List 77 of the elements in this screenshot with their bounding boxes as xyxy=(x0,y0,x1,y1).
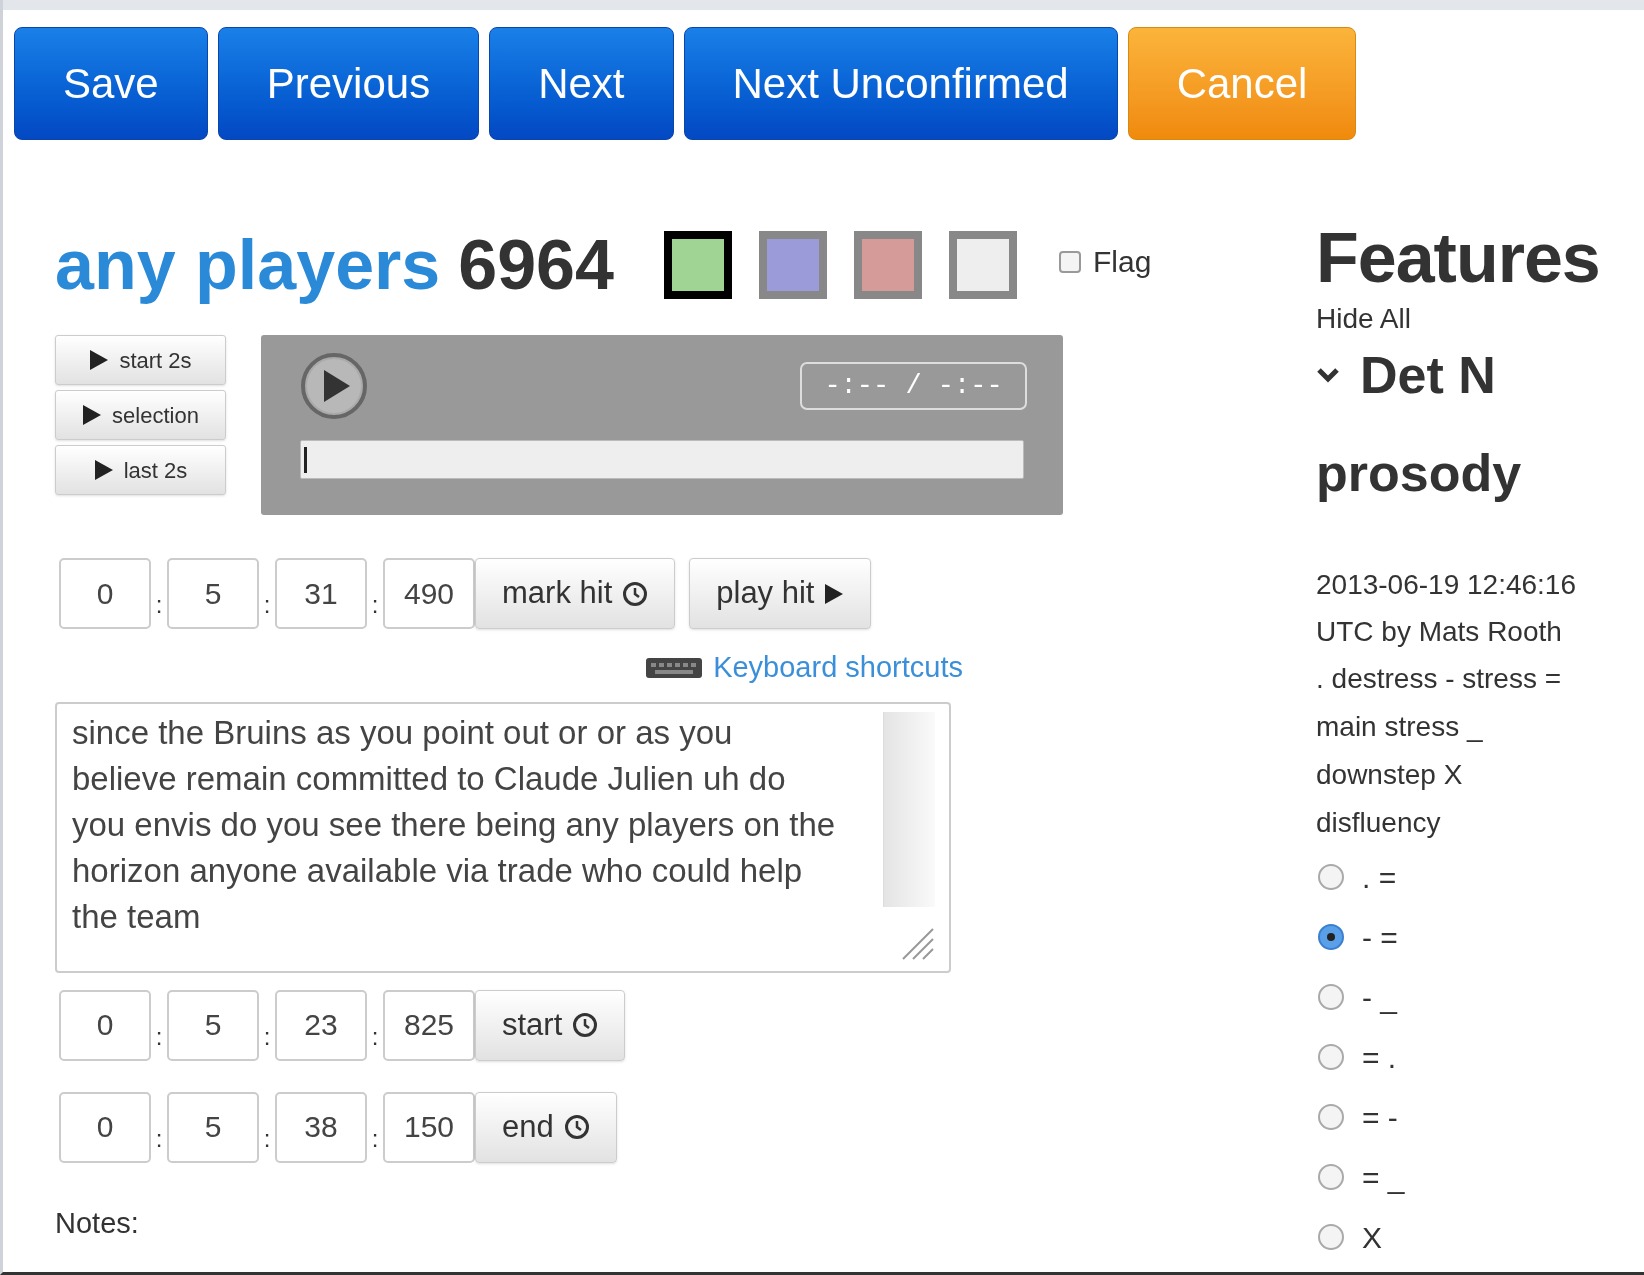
color-swatch[interactable] xyxy=(759,231,827,299)
radio-button[interactable] xyxy=(1318,864,1344,890)
play-icon xyxy=(824,582,845,605)
keyboard-icon xyxy=(645,656,704,679)
time-field[interactable]: 0 xyxy=(59,558,151,629)
chevron-down-icon xyxy=(1316,367,1340,383)
play-icon xyxy=(82,404,103,426)
transcript-field[interactable]: since the Bruins as you point out or or as you believe remain committed to Claude Julien uh do you envis do you see there being any players on the horizon anyone available via trade who could help the team xyxy=(55,701,951,973)
radio-label: X xyxy=(1362,1219,1382,1256)
radio-button[interactable] xyxy=(1318,1104,1344,1130)
time-field[interactable]: 38 xyxy=(275,1091,367,1163)
time-separator: : xyxy=(370,1021,380,1052)
hide-all-link[interactable]: Hide All xyxy=(1316,305,1601,333)
time-separator: : xyxy=(370,1123,380,1154)
start-button[interactable]: start xyxy=(475,989,626,1061)
time-separator: : xyxy=(262,590,272,620)
radio-button[interactable] xyxy=(1318,924,1344,950)
time-separator: : xyxy=(154,1021,164,1052)
flag-checkbox[interactable] xyxy=(1059,250,1081,273)
time-field[interactable]: 31 xyxy=(275,558,367,629)
playhead[interactable] xyxy=(304,446,307,473)
radio-button[interactable] xyxy=(1318,1224,1344,1250)
legend-line: downstep X xyxy=(1316,758,1464,792)
toolbar-button[interactable]: Save xyxy=(14,27,208,140)
time-display: -:-- / -:-- xyxy=(800,362,1027,410)
play-segment-button[interactable]: last 2s xyxy=(55,445,226,495)
time-field[interactable]: 5 xyxy=(167,558,259,629)
end-button[interactable]: end xyxy=(475,1091,617,1163)
notes-label: Notes: xyxy=(55,1208,140,1238)
color-swatch[interactable] xyxy=(949,231,1017,299)
color-swatch[interactable] xyxy=(664,231,732,299)
clock-icon xyxy=(622,580,649,607)
time-separator: : xyxy=(262,1021,272,1052)
play-icon xyxy=(93,459,114,481)
toolbar-button[interactable]: Next Unconfirmed xyxy=(683,27,1118,140)
toolbar-button[interactable]: Previous xyxy=(217,27,480,140)
radio-label: - = xyxy=(1362,919,1398,956)
radio-button[interactable] xyxy=(1318,1044,1344,1070)
radio-button[interactable] xyxy=(1318,984,1344,1010)
time-field[interactable]: 23 xyxy=(275,989,367,1061)
play-hit-button[interactable]: play hit xyxy=(689,558,872,629)
radio-label: = - xyxy=(1362,1099,1398,1136)
legend-line: main stress _ xyxy=(1316,710,1484,744)
features-heading: Features xyxy=(1316,223,1601,293)
play-icon[interactable] xyxy=(300,352,368,420)
scrollbar[interactable] xyxy=(883,711,935,907)
time-field[interactable]: 0 xyxy=(59,989,151,1061)
time-field[interactable]: 5 xyxy=(167,989,259,1061)
radio-label: = . xyxy=(1362,1039,1397,1076)
time-field[interactable]: 150 xyxy=(383,1091,475,1163)
mark-hit-button[interactable]: mark hit xyxy=(475,558,676,629)
radio-label: - _ xyxy=(1362,979,1397,1016)
title-phrase: any players xyxy=(55,226,441,304)
play-segment-button[interactable]: selection xyxy=(55,390,226,440)
clock-icon xyxy=(572,1012,599,1038)
time-field[interactable]: 825 xyxy=(383,989,475,1061)
flag-label: Flag xyxy=(1093,244,1152,280)
time-field[interactable]: 5 xyxy=(167,1091,259,1163)
color-swatch[interactable] xyxy=(854,231,922,299)
time-field[interactable]: 0 xyxy=(59,1091,151,1163)
toolbar-button[interactable]: Next xyxy=(489,27,674,140)
play-icon xyxy=(89,349,110,371)
annotation-meta: 2013-06-19 12:46:16 UTC by Mats Rooth xyxy=(1316,568,1577,649)
time-field[interactable]: 490 xyxy=(383,558,475,629)
time-separator: : xyxy=(262,1123,272,1154)
group-toggle[interactable]: Det N xyxy=(1316,349,1496,401)
play-segment-button[interactable]: start 2s xyxy=(55,335,226,385)
title-number: 6964 xyxy=(458,226,614,304)
clock-icon xyxy=(563,1114,590,1140)
time-separator: : xyxy=(370,590,380,620)
time-separator: : xyxy=(154,1123,164,1154)
legend-line: . destress - stress = xyxy=(1316,662,1563,696)
time-separator: : xyxy=(154,590,164,620)
radio-label: = _ xyxy=(1362,1159,1405,1196)
radio-button[interactable] xyxy=(1318,1164,1344,1190)
legend-line: disfluency xyxy=(1316,806,1442,840)
radio-label: . = xyxy=(1362,859,1397,896)
